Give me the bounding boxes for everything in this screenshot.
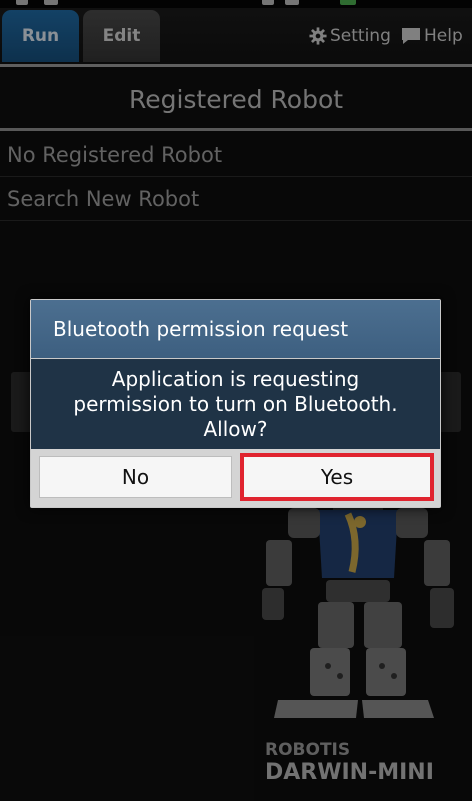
- no-button[interactable]: No: [39, 456, 232, 498]
- dialog-message-line: Application is requesting: [111, 366, 360, 391]
- no-button-label: No: [121, 465, 150, 489]
- dialog-message-line: permission to turn on Bluetooth.: [73, 391, 398, 416]
- dialog-title: Bluetooth permission request: [31, 300, 440, 358]
- yes-button[interactable]: Yes: [240, 453, 434, 501]
- yes-button-label: Yes: [320, 465, 354, 489]
- dialog-message-line: Allow?: [203, 416, 268, 441]
- dialog-message: Application is requesting permission to …: [31, 359, 440, 449]
